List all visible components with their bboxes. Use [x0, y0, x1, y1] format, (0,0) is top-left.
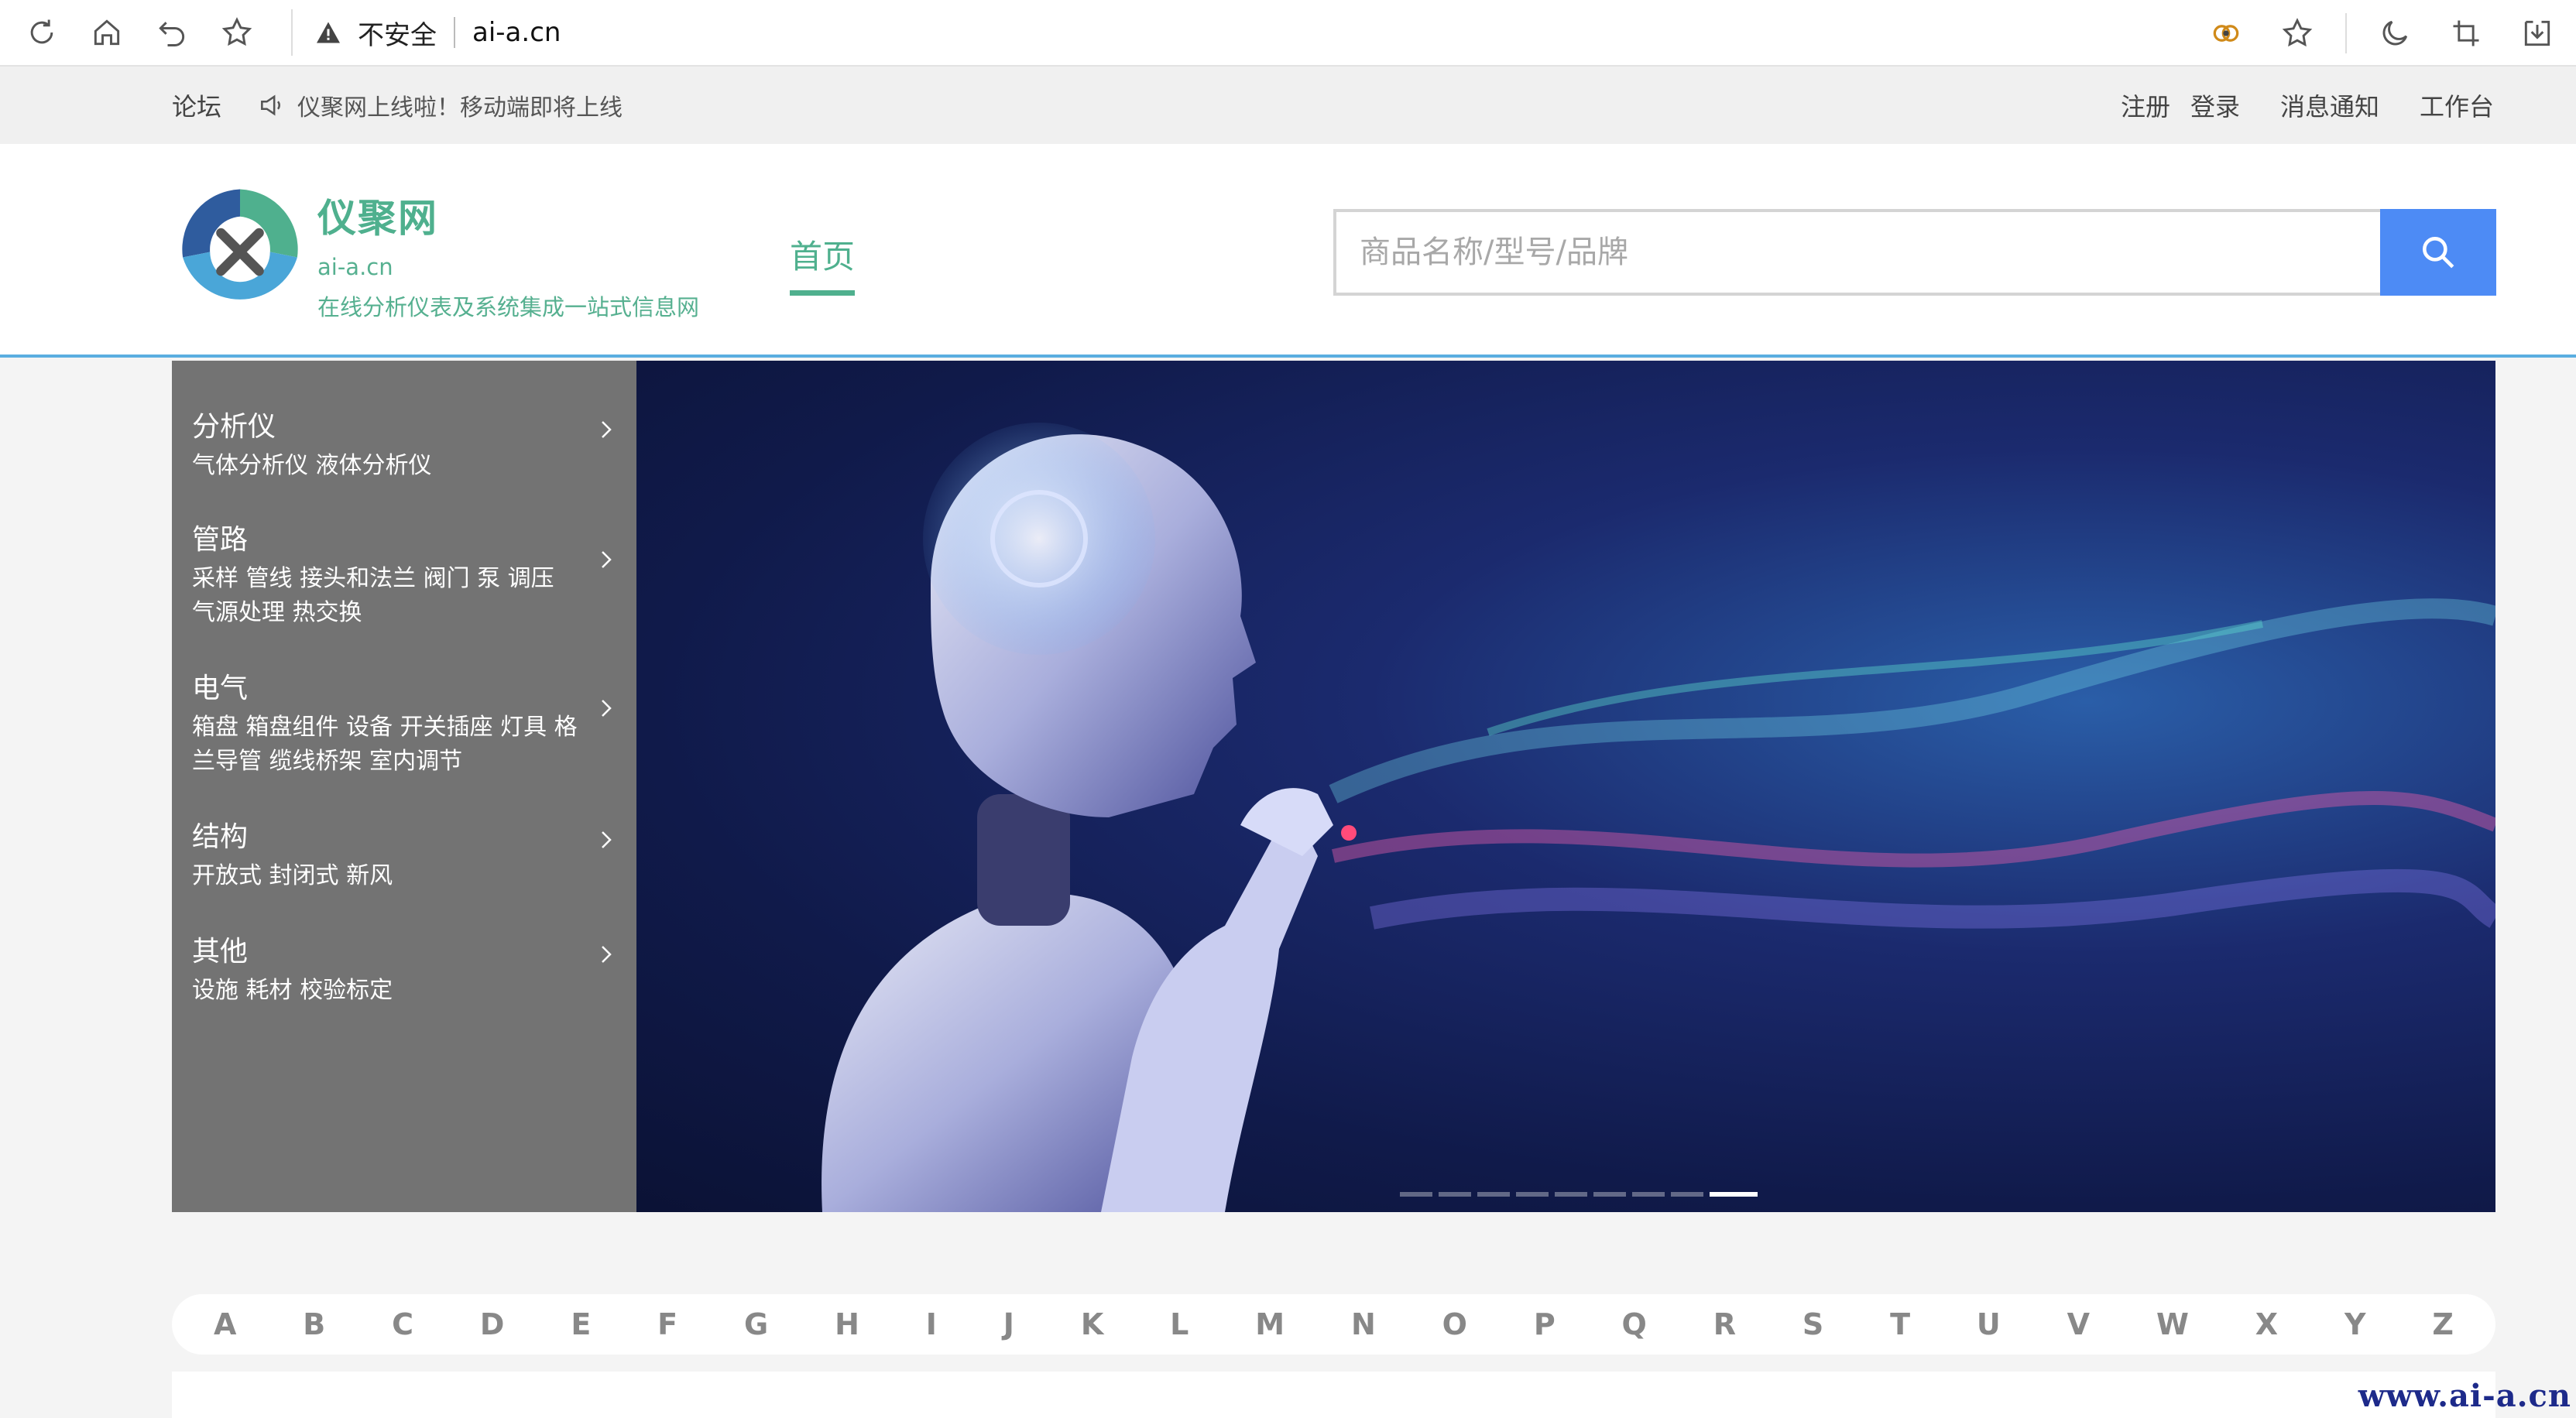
brand-domain: ai-a.cn — [317, 254, 699, 280]
url-text[interactable]: ai-a.cn — [472, 17, 561, 48]
alphabet-letter-m[interactable]: M — [1255, 1307, 1285, 1341]
brand-name: 仪聚网 — [317, 187, 699, 243]
carousel-dot-active[interactable] — [1710, 1192, 1758, 1197]
alphabet-letter-l[interactable]: L — [1170, 1307, 1189, 1341]
carousel-dot[interactable] — [1555, 1192, 1587, 1197]
category-title[interactable]: 电气 — [192, 666, 626, 706]
chevron-right-icon — [595, 418, 618, 441]
category-subitems[interactable]: 采样 管线 接头和法兰 阀门 泵 调压 气源处理 热交换 — [192, 562, 579, 630]
category-title[interactable]: 结构 — [192, 814, 626, 855]
crop-icon[interactable] — [2443, 10, 2489, 57]
chevron-right-icon — [595, 828, 618, 851]
alphabet-letter-r[interactable]: R — [1713, 1307, 1736, 1341]
browser-toolbar: 不安全 ai-a.cn — [0, 0, 2576, 67]
login-link[interactable]: 登录 — [2190, 87, 2240, 123]
bookmark-star-icon[interactable] — [214, 9, 260, 56]
carousel-dot[interactable] — [1400, 1192, 1432, 1197]
category-subitems[interactable]: 气体分析仪 液体分析仪 — [192, 449, 579, 483]
alphabet-letter-s[interactable]: S — [1803, 1307, 1823, 1341]
brand-block[interactable]: 仪聚网 ai-a.cn 在线分析仪表及系统集成一站式信息网 — [317, 187, 699, 322]
site-logo[interactable] — [172, 181, 308, 317]
alphabet-letter-w[interactable]: W — [2156, 1307, 2189, 1341]
download-icon[interactable] — [2514, 10, 2561, 57]
category-item-analyzer[interactable]: 分析仪 气体分析仪 液体分析仪 — [192, 404, 626, 483]
alphabet-letter-y[interactable]: Y — [2344, 1307, 2366, 1341]
search-bar — [1333, 209, 2496, 296]
alphabet-letter-k[interactable]: K — [1081, 1307, 1103, 1341]
category-item-electrical[interactable]: 电气 箱盘 箱盘组件 设备 开关插座 灯具 格兰导管 缆线桥架 室内调节 — [192, 666, 626, 779]
brand-slogan: 在线分析仪表及系统集成一站式信息网 — [317, 289, 699, 322]
alphabet-letter-f[interactable]: F — [657, 1307, 677, 1341]
announcement: 仪聚网上线啦！移动端即将上线 — [257, 88, 623, 122]
search-button[interactable] — [2380, 209, 2496, 296]
messages-link[interactable]: 消息通知 — [2280, 87, 2379, 123]
search-icon — [2419, 233, 2458, 272]
category-item-piping[interactable]: 管路 采样 管线 接头和法兰 阀门 泵 调压 气源处理 热交换 — [192, 517, 626, 630]
search-input[interactable] — [1333, 209, 2380, 296]
carousel-dot[interactable] — [1593, 1192, 1626, 1197]
category-title[interactable]: 分析仪 — [192, 404, 626, 444]
announcement-text: 仪聚网上线啦！移动端即将上线 — [297, 88, 623, 122]
forum-link[interactable]: 论坛 — [172, 87, 221, 123]
moon-icon[interactable] — [2372, 10, 2418, 57]
alphabet-letter-h[interactable]: H — [835, 1307, 859, 1341]
category-title[interactable]: 管路 — [192, 517, 626, 557]
alphabet-letter-j[interactable]: J — [1003, 1307, 1014, 1341]
extension-icon[interactable] — [2203, 10, 2249, 57]
alphabet-letter-o[interactable]: O — [1442, 1307, 1467, 1341]
category-title[interactable]: 其他 — [192, 929, 626, 969]
home-icon[interactable] — [84, 9, 130, 56]
robot-illustration — [636, 361, 2495, 1212]
insecure-label: 不安全 — [358, 14, 437, 52]
nav-home[interactable]: 首页 — [790, 231, 855, 296]
alphabet-letter-q[interactable]: Q — [1622, 1307, 1647, 1341]
category-subitems[interactable]: 箱盘 箱盘组件 设备 开关插座 灯具 格兰导管 缆线桥架 室内调节 — [192, 711, 579, 779]
chevron-right-icon — [595, 697, 618, 720]
chevron-right-icon — [595, 943, 618, 966]
carousel-dot[interactable] — [1632, 1192, 1665, 1197]
alphabet-letter-a[interactable]: A — [214, 1307, 236, 1341]
alphabet-letter-n[interactable]: N — [1351, 1307, 1376, 1341]
alphabet-letter-i[interactable]: I — [926, 1307, 937, 1341]
hero-banner[interactable] — [636, 361, 2495, 1212]
alphabet-letter-b[interactable]: B — [303, 1307, 325, 1341]
category-subitems[interactable]: 设施 耗材 校验标定 — [192, 974, 579, 1008]
hero-section: 分析仪 气体分析仪 液体分析仪 管路 采样 管线 接头和法兰 阀门 泵 调压 气… — [172, 361, 2495, 1212]
warning-icon — [314, 19, 342, 46]
toolbar-divider — [2345, 13, 2347, 53]
alphabet-letter-d[interactable]: D — [480, 1307, 505, 1341]
url-divider — [454, 17, 455, 48]
alphabet-letter-z[interactable]: Z — [2432, 1307, 2454, 1341]
register-link[interactable]: 注册 — [2121, 87, 2170, 123]
category-item-other[interactable]: 其他 设施 耗材 校验标定 — [192, 929, 626, 1008]
alphabet-letter-t[interactable]: T — [1890, 1307, 1910, 1341]
site-header: 仪聚网 ai-a.cn 在线分析仪表及系统集成一站式信息网 首页 — [0, 144, 2576, 358]
chevron-right-icon — [595, 548, 618, 571]
favorite-star-icon[interactable] — [2274, 10, 2320, 57]
alphabet-letter-p[interactable]: P — [1534, 1307, 1556, 1341]
category-menu: 分析仪 气体分析仪 液体分析仪 管路 采样 管线 接头和法兰 阀门 泵 调压 气… — [172, 361, 636, 1212]
carousel-indicators — [1400, 1192, 1764, 1197]
workbench-link[interactable]: 工作台 — [2420, 87, 2494, 123]
alphabet-letter-x[interactable]: X — [2255, 1307, 2278, 1341]
alphabet-index: A B C D E F G H I J K L M N O P Q R S T U V W X Y Z — [172, 1294, 2495, 1355]
alphabet-letter-v[interactable]: V — [2067, 1307, 2090, 1341]
address-bar[interactable]: 不安全 ai-a.cn — [291, 9, 561, 56]
watermark: www.ai-a.cn — [2358, 1378, 2571, 1414]
alphabet-letter-c[interactable]: C — [392, 1307, 413, 1341]
speaker-icon — [257, 91, 286, 120]
category-subitems[interactable]: 开放式 封闭式 新风 — [192, 859, 579, 893]
alphabet-letter-g[interactable]: G — [744, 1307, 768, 1341]
carousel-dot[interactable] — [1516, 1192, 1549, 1197]
undo-icon[interactable] — [149, 9, 195, 56]
category-item-structure[interactable]: 结构 开放式 封闭式 新风 — [192, 814, 626, 893]
refresh-icon[interactable] — [19, 9, 65, 56]
carousel-dot[interactable] — [1439, 1192, 1471, 1197]
site-topbar: 论坛 仪聚网上线啦！移动端即将上线 注册 登录 消息通知 工作台 — [0, 67, 2576, 144]
alphabet-letter-e[interactable]: E — [571, 1307, 591, 1341]
carousel-dot[interactable] — [1671, 1192, 1703, 1197]
alphabet-letter-u[interactable]: U — [1977, 1307, 2001, 1341]
content-panel — [172, 1372, 2495, 1418]
carousel-dot[interactable] — [1477, 1192, 1510, 1197]
